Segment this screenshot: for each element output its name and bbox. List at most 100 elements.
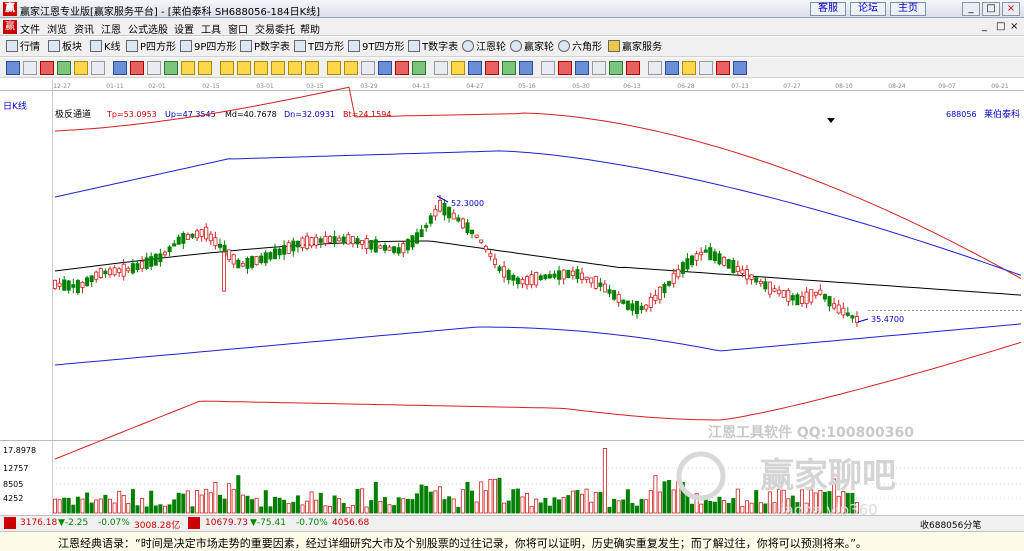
drawing-tool-icon[interactable] [558,61,572,75]
9t-square-button[interactable]: 9T四方形 [348,40,404,54]
candle-body [566,269,571,279]
drawing-tool-icon[interactable] [682,61,696,75]
menu-formula-select[interactable]: 公式选股 [128,21,168,36]
drawing-tool-icon[interactable] [91,61,105,75]
drawing-tool-icon[interactable] [665,61,679,75]
kline-chart-panel[interactable]: 12-27 01-11 02-01 02-15 03-01 03-15 03-29 04-13… [0,79,1024,515]
drawing-tool-icon[interactable] [327,61,341,75]
kline-chart[interactable]: 12-27 01-11 02-01 02-15 03-01 03-15 03-29 04-13… [0,79,1024,515]
drawing-tool-icon[interactable] [288,61,302,75]
volume-bar [492,478,497,514]
candle-body [369,239,374,250]
drawing-tool-icon[interactable] [609,61,623,75]
drawing-tool-icon[interactable] [395,61,409,75]
drawing-tool-icon[interactable] [575,61,589,75]
drawing-tool-icon[interactable] [541,61,555,75]
service-button[interactable]: 客服 [810,2,846,16]
drawing-tool-icon[interactable] [130,61,144,75]
kline-button[interactable]: K线 [90,40,121,54]
menu-gann[interactable]: 江恩 [101,21,121,36]
drawing-tool-icon[interactable] [254,61,268,75]
volume-bar [428,491,433,514]
volume-bar [208,492,213,514]
p-square-button[interactable]: P四方形 [126,40,176,54]
drawing-tool-icon[interactable] [57,61,71,75]
menu-browse[interactable]: 浏览 [47,21,67,36]
sector-button[interactable]: 板块 [48,40,82,54]
menu-logo-icon: 赢 [3,20,17,34]
volume-bar [172,499,177,514]
candle-body [268,252,273,260]
volume-bar [616,500,621,514]
drawing-tool-icon[interactable] [237,61,251,75]
menu-help[interactable]: 帮助 [300,21,320,36]
tick-detail-label[interactable]: 收688056分笔 [920,518,981,531]
close-button[interactable]: × [1002,2,1020,16]
9p-square-icon [180,40,192,52]
drawing-tool-icon[interactable] [40,61,54,75]
candle-body [657,286,662,300]
volume-bar [731,498,736,514]
menu-tools[interactable]: 工具 [201,21,221,36]
gann-wheel-button[interactable]: 江恩轮 [462,40,506,54]
candle-body [153,253,158,266]
t-number-table-button[interactable]: T数字表 [408,40,458,54]
9p-square-button[interactable]: 9P四方形 [180,40,236,54]
drawing-tool-icon[interactable] [716,61,730,75]
drawing-tool-icon[interactable] [361,61,375,75]
drawing-tool-icon[interactable] [23,61,37,75]
drawing-tool-icon[interactable] [592,61,606,75]
candle-body [763,281,768,290]
hexagon-button[interactable]: 六角形 [558,40,602,54]
menu-file[interactable]: 文件 [20,21,40,36]
candle-body [199,229,204,237]
drawing-tool-icon[interactable] [451,61,465,75]
drawing-tool-icon[interactable] [412,61,426,75]
candle-body [772,288,777,292]
candle-body [360,239,365,245]
minimize-button[interactable]: _ [962,2,980,16]
menu-settings[interactable]: 设置 [174,21,194,36]
maximize-button[interactable]: □ [982,2,1000,16]
doc-minimize-button[interactable]: _ [982,21,987,32]
dropdown-arrow-icon [827,118,835,123]
forum-button[interactable]: 论坛 [850,2,886,16]
doc-close-button[interactable]: × [1010,21,1018,32]
drawing-tool-icon[interactable] [220,61,234,75]
drawing-tool-icon[interactable] [271,61,285,75]
drawing-tool-icon[interactable] [147,61,161,75]
volume-bar [135,505,140,514]
drawing-tool-icon[interactable] [485,61,499,75]
homepage-button[interactable]: 主页 [890,2,926,16]
drawing-tool-icon[interactable] [198,61,212,75]
winner-wheel-button[interactable]: 赢家轮 [510,40,554,54]
drawing-tool-icon[interactable] [519,61,533,75]
drawing-tool-icon[interactable] [74,61,88,75]
t-square-button[interactable]: T四方形 [294,40,344,54]
drawing-tool-icon[interactable] [181,61,195,75]
drawing-tool-icon[interactable] [468,61,482,75]
doc-restore-button[interactable]: □ [996,21,1005,32]
drawing-tool-icon[interactable] [502,61,516,75]
drawing-toolbar [0,58,1024,78]
drawing-tool-icon[interactable] [164,61,178,75]
drawing-tool-icon[interactable] [626,61,640,75]
menu-news[interactable]: 资讯 [74,21,94,36]
menu-trade[interactable]: 交易委托 [255,21,295,36]
winner-service-button[interactable]: 赢家服务 [608,40,662,54]
menu-window[interactable]: 窗口 [228,21,248,36]
drawing-tool-icon[interactable] [434,61,448,75]
drawing-tool-icon[interactable] [6,61,20,75]
p-number-table-button[interactable]: P数字表 [240,40,290,54]
drawing-tool-icon[interactable] [344,61,358,75]
drawing-tool-icon[interactable] [113,61,127,75]
drawing-tool-icon[interactable] [378,61,392,75]
volume-bar [538,502,543,514]
drawing-tool-icon[interactable] [699,61,713,75]
drawing-tool-icon[interactable] [305,61,319,75]
drawing-tool-icon[interactable] [733,61,747,75]
date-tick-label: 03-29 [360,83,378,90]
sector-icon [48,40,60,52]
drawing-tool-icon[interactable] [648,61,662,75]
quotes-button[interactable]: 行情 [6,40,40,54]
